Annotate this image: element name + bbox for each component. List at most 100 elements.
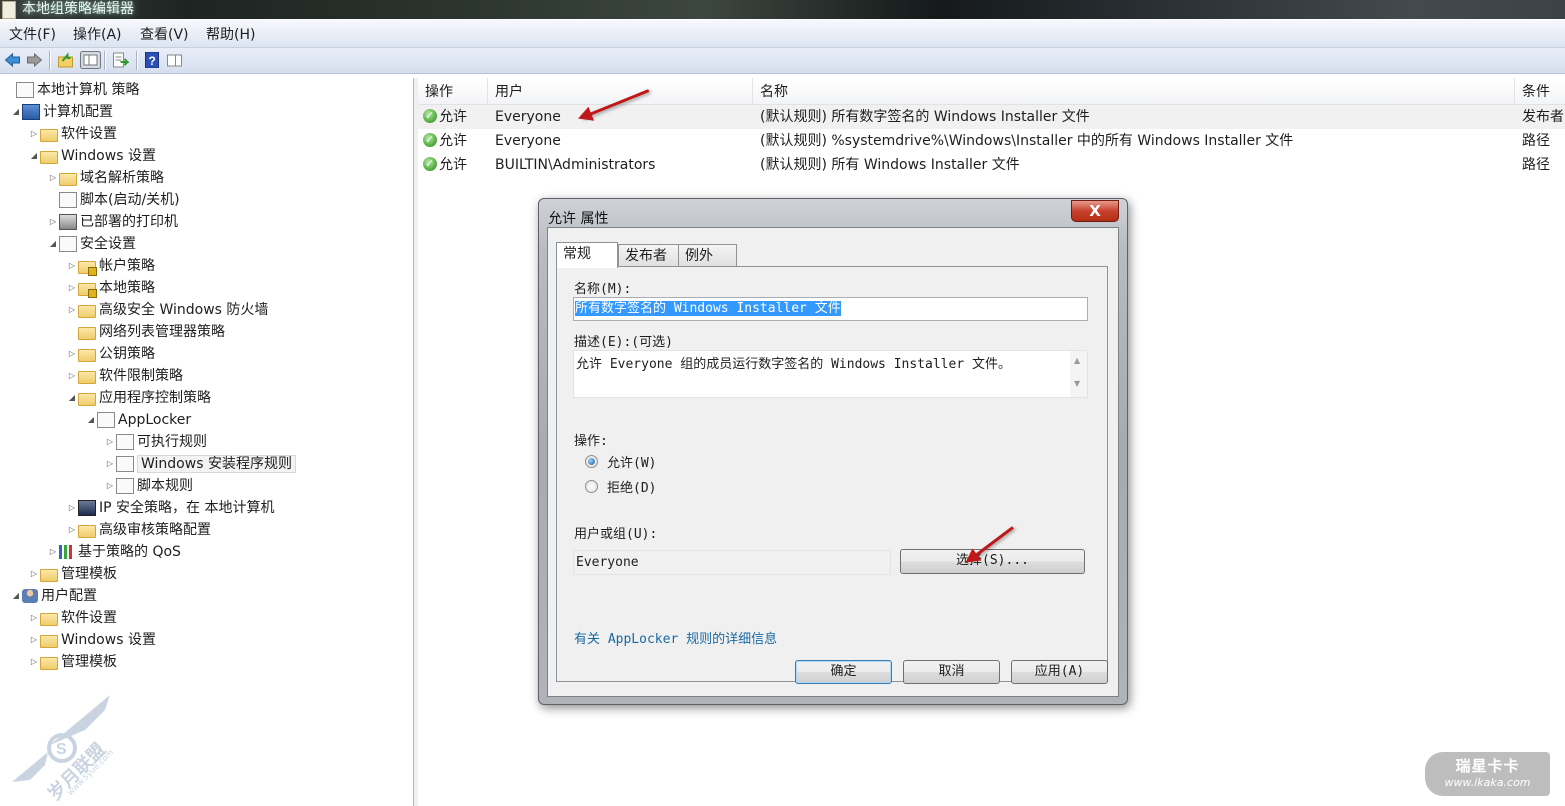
expand-toggle-icon[interactable]: ▷: [47, 167, 59, 189]
name-cell: (默认规则) %systemdrive%\Windows\Installer 中…: [760, 133, 1294, 149]
tree-item[interactable]: 本地计算机 策略: [4, 79, 139, 101]
tree-item[interactable]: ◢ Windows 设置: [28, 145, 156, 167]
tree-item[interactable]: ▷ 公钥策略: [66, 343, 155, 365]
tree-item[interactable]: ▷ 基于策略的 QoS: [47, 541, 181, 563]
scroll-up-icon[interactable]: ▲: [1074, 356, 1080, 365]
menu-view[interactable]: 查看(V): [140, 24, 189, 44]
user-cell: BUILTIN\Administrators: [495, 157, 656, 173]
expand-toggle-icon[interactable]: ▷: [104, 431, 116, 453]
menu-file[interactable]: 文件(F): [9, 24, 56, 44]
back-arrow-icon[interactable]: [4, 52, 21, 68]
collapse-toggle-icon[interactable]: ◢: [66, 387, 78, 409]
tree-item[interactable]: ▷ Windows 设置: [28, 629, 156, 651]
description-textarea[interactable]: 允许 Everyone 组的成员运行数字签名的 Windows Installe…: [573, 350, 1088, 398]
tab-general[interactable]: 常规: [556, 242, 618, 268]
table-row[interactable]: 允许 BUILTIN\Administrators (默认规则) 所有 Window…: [418, 152, 1565, 177]
tree-item-label: 基于策略的 QoS: [78, 544, 181, 560]
script-icon: [59, 192, 77, 208]
tree-item[interactable]: ▷ IP 安全策略，在 本地计算机: [66, 497, 274, 519]
expand-toggle-icon[interactable]: ▷: [66, 365, 78, 387]
action-cell: 允许: [423, 152, 467, 177]
tree-item[interactable]: ▷ 软件设置: [28, 607, 117, 629]
tree-item[interactable]: ▷ 管理模板: [28, 651, 117, 673]
tree-item-label: AppLocker: [118, 412, 192, 428]
applocker-help-link[interactable]: 有关 AppLocker 规则的详细信息: [574, 628, 777, 647]
expand-toggle-icon[interactable]: ▷: [28, 629, 40, 651]
expand-toggle-icon[interactable]: ▷: [104, 453, 116, 475]
tree-item[interactable]: ▷ 管理模板: [28, 563, 117, 585]
column-header-name[interactable]: 名称: [753, 78, 1515, 104]
expand-toggle-icon[interactable]: ▷: [66, 277, 78, 299]
tree-item-label: 软件设置: [61, 610, 117, 626]
tree-item-label: 公钥策略: [99, 346, 155, 362]
forward-arrow-icon[interactable]: [26, 52, 43, 68]
tree-item[interactable]: ◢ 应用程序控制策略: [66, 387, 211, 409]
cancel-button[interactable]: 取消: [903, 660, 1000, 684]
allow-radio-label[interactable]: 允许(W): [607, 452, 656, 471]
expand-toggle-icon[interactable]: ▷: [66, 299, 78, 321]
tree-item[interactable]: ◢ 用户配置: [10, 585, 97, 607]
menu-action[interactable]: 操作(A): [73, 24, 122, 44]
tree-item[interactable]: ▷ Windows 安装程序规则: [104, 453, 296, 475]
description-scrollbar[interactable]: ▲ ▼: [1070, 351, 1087, 397]
deny-radio-label[interactable]: 拒绝(D): [607, 477, 656, 496]
column-header-action[interactable]: 操作: [418, 78, 488, 104]
tree-item[interactable]: ▷ 软件设置: [28, 123, 117, 145]
tree-item-label: 应用程序控制策略: [99, 390, 211, 406]
expand-toggle-icon[interactable]: ▷: [66, 343, 78, 365]
select-user-button[interactable]: 选择(S)...: [900, 549, 1085, 574]
expand-toggle-icon[interactable]: ▷: [66, 519, 78, 541]
expand-toggle-icon[interactable]: ▷: [66, 497, 78, 519]
collapse-toggle-icon[interactable]: ◢: [10, 585, 22, 607]
help-icon[interactable]: ?: [144, 52, 161, 68]
watermark-right-brand: 瑞星卡卡: [1455, 757, 1520, 775]
tree-item[interactable]: ▷ 脚本规则: [104, 475, 193, 497]
tree-item[interactable]: ▷ 可执行规则: [104, 431, 207, 453]
dialog-close-button[interactable]: X: [1071, 200, 1119, 222]
menu-help[interactable]: 帮助(H): [206, 24, 255, 44]
show-hide-console-tree-icon[interactable]: [80, 51, 101, 69]
tree-item-label: 管理模板: [61, 654, 117, 670]
tree-item[interactable]: ◢ 计算机配置: [10, 101, 113, 123]
tree-item[interactable]: ◢ AppLocker: [85, 409, 191, 431]
table-row[interactable]: 允许 Everyone (默认规则) %systemdrive%\Windows\I…: [418, 128, 1565, 153]
up-folder-icon[interactable]: [57, 52, 74, 68]
expand-toggle-icon[interactable]: ▷: [28, 123, 40, 145]
expand-toggle-icon[interactable]: ▷: [28, 607, 40, 629]
folder-icon: [40, 612, 58, 626]
tree-item[interactable]: ◢ 安全设置: [47, 233, 136, 255]
tree-item[interactable]: 网络列表管理器策略: [66, 321, 225, 343]
tree-item-label: Windows 设置: [61, 148, 156, 164]
name-input[interactable]: 所有数字签名的 Windows Installer 文件: [573, 297, 1088, 321]
tree-item[interactable]: ▷ 软件限制策略: [66, 365, 183, 387]
tree-item[interactable]: 脚本(启动/关机): [47, 189, 180, 211]
expand-toggle-icon[interactable]: ▷: [28, 651, 40, 673]
deny-radio[interactable]: [585, 480, 598, 493]
tree-item[interactable]: ▷ 高级审核策略配置: [66, 519, 211, 541]
allow-radio[interactable]: [585, 455, 598, 468]
collapse-toggle-icon[interactable]: ◢: [10, 101, 22, 123]
tree-item-label: 本地策略: [99, 280, 155, 296]
show-hide-action-pane-icon[interactable]: [166, 52, 183, 68]
tab-publisher[interactable]: 发布者: [618, 244, 680, 267]
expand-toggle-icon[interactable]: ▷: [47, 541, 59, 563]
collapse-toggle-icon[interactable]: ◢: [47, 233, 59, 255]
export-list-icon[interactable]: [112, 52, 129, 68]
folder-icon: [78, 304, 96, 318]
tree-item[interactable]: ▷ 本地策略: [66, 277, 155, 299]
collapse-toggle-icon[interactable]: ◢: [85, 409, 97, 431]
expand-toggle-icon[interactable]: ▷: [66, 255, 78, 277]
expand-toggle-icon[interactable]: ▷: [28, 563, 40, 585]
scroll-down-icon[interactable]: ▼: [1074, 379, 1080, 388]
tree-item[interactable]: ▷ 帐户策略: [66, 255, 155, 277]
column-header-condition[interactable]: 条件: [1515, 78, 1565, 104]
tree-item[interactable]: ▷ 域名解析策略: [47, 167, 164, 189]
expand-toggle-icon[interactable]: ▷: [104, 475, 116, 497]
collapse-toggle-icon[interactable]: ◢: [28, 145, 40, 167]
ok-button[interactable]: 确定: [795, 660, 892, 684]
expand-toggle-icon[interactable]: ▷: [47, 211, 59, 233]
tab-exceptions[interactable]: 例外: [678, 244, 737, 267]
tree-item[interactable]: ▷ 高级安全 Windows 防火墙: [66, 299, 268, 321]
tree-item[interactable]: ▷ 已部署的打印机: [47, 211, 178, 233]
apply-button[interactable]: 应用(A): [1011, 660, 1108, 684]
